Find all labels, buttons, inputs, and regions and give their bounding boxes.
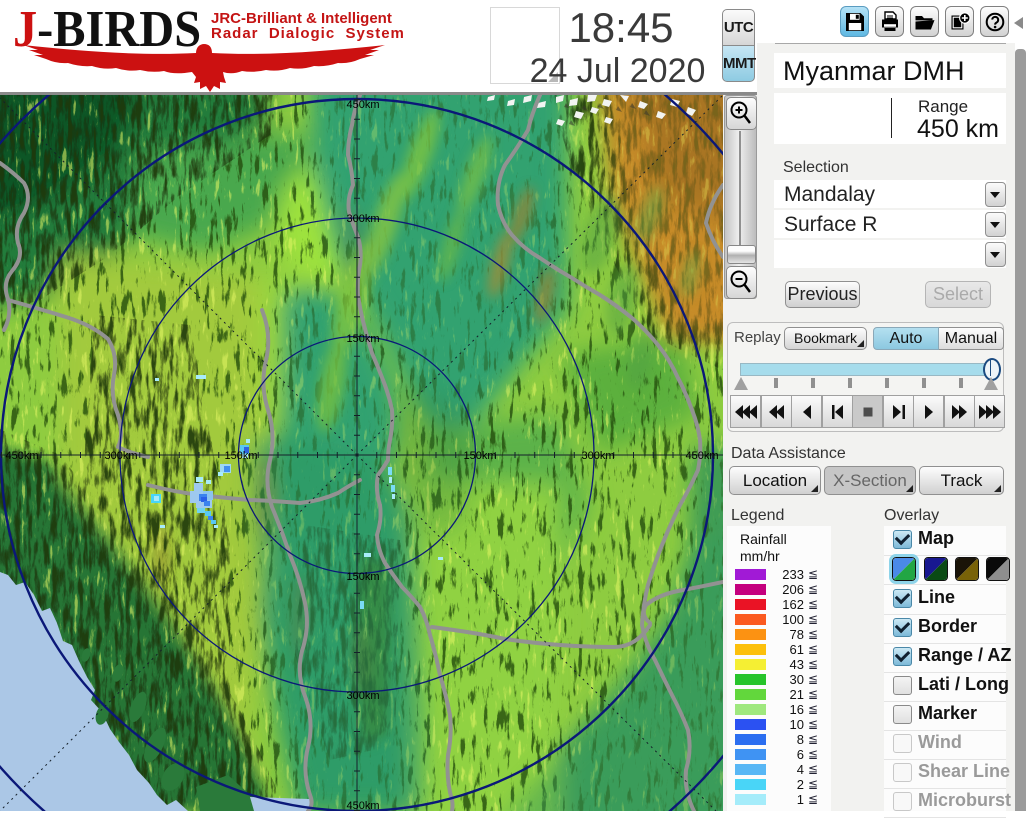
svg-text:450km: 450km	[685, 450, 718, 462]
svg-text:150km: 150km	[463, 450, 496, 462]
svg-text:450km: 450km	[5, 450, 38, 462]
svg-text:150km: 150km	[346, 571, 379, 583]
svg-text:300km: 300km	[346, 213, 379, 225]
svg-text:150km: 150km	[346, 333, 379, 345]
svg-text:300km: 300km	[346, 690, 379, 702]
svg-text:300km: 300km	[104, 450, 137, 462]
svg-text:450km: 450km	[346, 800, 379, 811]
svg-text:450km: 450km	[346, 99, 379, 111]
svg-text:150km: 150km	[224, 450, 257, 462]
svg-text:300km: 300km	[581, 450, 614, 462]
